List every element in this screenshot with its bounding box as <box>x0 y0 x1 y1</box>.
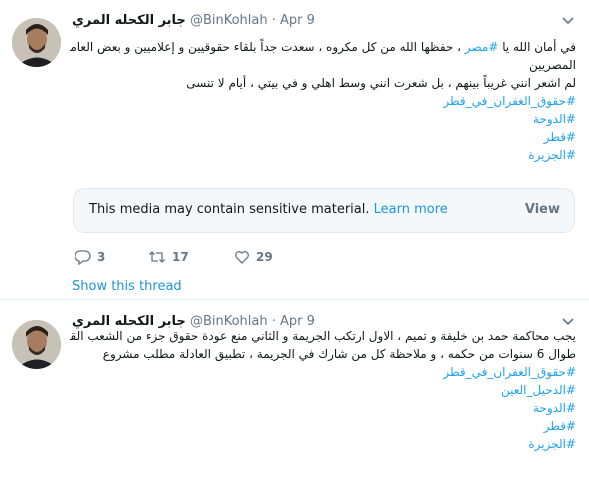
view-button[interactable]: View <box>525 202 560 217</box>
tweet-text-line: طوال 6 سنوات من حكمه ، و ملاحظة كل من شا… <box>102 347 576 361</box>
retweet-button[interactable]: 17 <box>148 248 189 266</box>
like-button[interactable]: 29 <box>234 248 273 266</box>
hashtag-link[interactable]: #قطر <box>70 128 576 146</box>
hashtag-link[interactable]: #الجزيرة <box>70 146 576 164</box>
sensitive-media-notice: This media may contain sensitive materia… <box>73 188 575 233</box>
text-segment: ، حفظها الله من كل مكروه ، سعدت جداً بلق… <box>70 40 465 54</box>
tweet-text: يجب محاكمة حمد بن خليفة و تميم ، الاول ا… <box>70 327 576 453</box>
sensitive-text: This media may contain sensitive materia… <box>89 202 370 217</box>
text-segment: في أمان الله يا <box>498 40 576 54</box>
like-icon <box>235 250 249 264</box>
chevron-down-icon[interactable] <box>561 314 575 328</box>
reply-button[interactable]: 3 <box>74 248 106 266</box>
tweet-text-line: في أمان الله يا #مصر ، حفظها الله من كل … <box>70 38 576 56</box>
hashtag-link[interactable]: #الدوحة <box>70 399 576 417</box>
reply-icon <box>74 249 91 265</box>
learn-more-link[interactable]: Learn more <box>374 202 448 217</box>
author-handle[interactable]: @BinKohlah <box>190 13 268 28</box>
avatar[interactable] <box>12 18 61 67</box>
tweet-text: في أمان الله يا #مصر ، حفظها الله من كل … <box>70 38 576 164</box>
timeline: جابر الكحله المري @BinKohlah · Apr 9 في … <box>0 0 589 486</box>
hashtag-link[interactable]: #مصر <box>465 40 499 54</box>
avatar-image <box>12 18 61 67</box>
tweet-text-line: المصريين <box>528 58 576 72</box>
tweet-header: جابر الكحله المري @BinKohlah · Apr 9 <box>72 12 572 30</box>
like-count: 29 <box>256 249 273 264</box>
avatar[interactable] <box>12 320 61 369</box>
tweet[interactable]: جابر الكحله المري @BinKohlah · Apr 9 يجب… <box>0 301 589 486</box>
reply-count: 3 <box>97 249 106 264</box>
hashtag-link[interactable]: #الجزيرة <box>70 435 576 453</box>
hashtag-link[interactable]: #الدحيل_العين <box>70 381 576 399</box>
tweet[interactable]: جابر الكحله المري @BinKohlah · Apr 9 في … <box>0 0 589 300</box>
tweet-text-line: لم اشعر انني غريباً بينهم ، بل شعرت انني… <box>186 76 576 90</box>
hashtag-link[interactable]: #الدوحة <box>70 110 576 128</box>
avatar-image <box>12 320 61 369</box>
hashtag-link[interactable]: #حقوق_الغفران_في_قطر <box>70 363 576 381</box>
show-thread-link[interactable]: Show this thread <box>72 279 182 294</box>
sensitive-message: This media may contain sensitive materia… <box>89 202 448 217</box>
hashtag-link[interactable]: #قطر <box>70 417 576 435</box>
tweet-date[interactable]: Apr 9 <box>280 13 315 28</box>
tweet-actions: 3 17 29 <box>74 248 375 266</box>
author-name[interactable]: جابر الكحله المري <box>72 13 186 28</box>
tweet-text-line: يجب محاكمة حمد بن خليفة و تميم ، الاول ا… <box>70 329 576 343</box>
retweet-count: 17 <box>172 249 189 264</box>
hashtag-link[interactable]: #حقوق_الغفران_في_قطر <box>70 92 576 110</box>
chevron-down-icon[interactable] <box>561 13 575 27</box>
separator-dot: · <box>271 13 276 28</box>
retweet-icon <box>149 250 165 263</box>
